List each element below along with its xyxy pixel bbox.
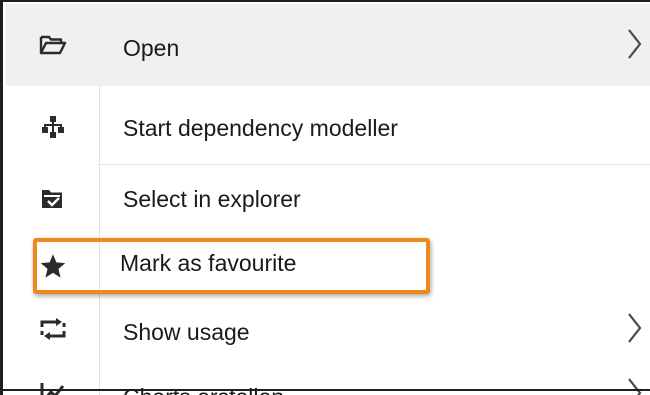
chart-line-icon: [36, 379, 70, 395]
chevron-right-icon: [628, 29, 642, 59]
menu-item-label: Mark as favourite: [120, 250, 297, 276]
menu-item-show-usage[interactable]: Show usage: [6, 296, 650, 359]
menu-item-label: Start dependency modeller: [123, 115, 398, 141]
menu-item-open[interactable]: Open: [6, 4, 650, 86]
chevron-right-icon: [628, 378, 642, 395]
menu-item-select-in-explorer[interactable]: Select in explorer: [6, 165, 650, 232]
menu-item-start-dependency-modeller[interactable]: Start dependency modeller: [6, 86, 650, 164]
context-menu: Open Start dependency modeller Select in…: [6, 4, 650, 395]
hierarchy-icon: [36, 112, 70, 142]
usage-arrows-icon: [36, 314, 70, 344]
menu-item-label: Select in explorer: [123, 186, 301, 212]
menu-item-mark-as-favourite[interactable]: Mark as favourite: [6, 232, 650, 296]
star-icon: [36, 251, 70, 281]
chevron-right-icon: [628, 313, 642, 343]
folder-check-icon: [36, 184, 70, 214]
menu-item-label: Open: [123, 35, 180, 61]
frame-bottom-border: [0, 389, 650, 391]
screenshot-frame: Open Start dependency modeller Select in…: [0, 0, 650, 395]
menu-item-label: Show usage: [123, 319, 250, 345]
folder-open-icon: [36, 30, 70, 60]
